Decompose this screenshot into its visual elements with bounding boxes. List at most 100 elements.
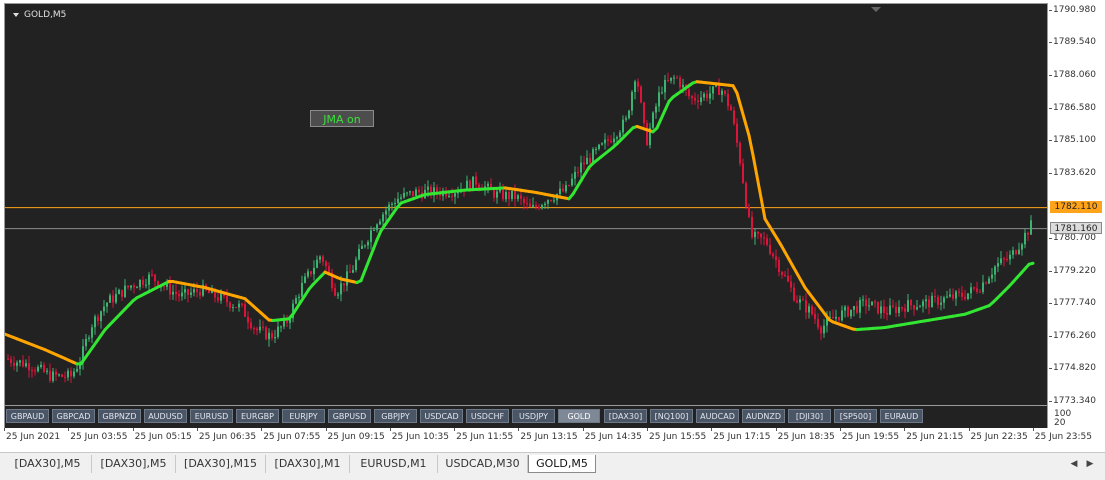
candle: [424, 184, 426, 199]
chart-tab[interactable]: EURUSD,M1: [350, 455, 438, 473]
candle: [13, 356, 15, 370]
symbol-button-audnzd[interactable]: AUDNZD: [742, 409, 785, 423]
symbol-button-gbpusd[interactable]: GBPUSD: [328, 409, 371, 423]
candle: [1021, 243, 1023, 256]
symbol-button-eurjpy[interactable]: EURJPY: [282, 409, 325, 423]
candle: [946, 291, 948, 299]
chart-tab[interactable]: [DAX30],M5: [92, 455, 176, 473]
candle: [784, 271, 786, 277]
symbol-button-gbpnzd[interactable]: GBPNZD: [98, 409, 141, 423]
candle: [49, 364, 51, 383]
candle: [361, 240, 363, 249]
candle: [673, 75, 675, 84]
symbol-button-dax30[interactable]: [DAX30]: [604, 409, 647, 423]
time-label: 25 Jun 06:35: [199, 432, 256, 442]
scroll-right-icon[interactable]: ▶: [1083, 457, 1097, 471]
chart-tab[interactable]: USDCAD,M30: [438, 455, 528, 473]
candle: [442, 188, 444, 201]
time-tick: [454, 428, 455, 431]
chart-tab[interactable]: [DAX30],M5: [4, 455, 92, 473]
chart-shift-marker-icon[interactable]: [871, 7, 881, 12]
candle: [814, 307, 816, 324]
price-tick: [1049, 401, 1052, 402]
scroll-left-icon[interactable]: ◀: [1067, 457, 1081, 471]
time-tick: [711, 428, 712, 431]
symbol-button-eurgbp[interactable]: EURGBP: [236, 409, 279, 423]
candle: [514, 184, 516, 206]
candle: [508, 190, 510, 207]
candle: [253, 326, 255, 334]
price-label: 1776.260: [1053, 331, 1096, 341]
candle: [850, 310, 852, 319]
chart-title[interactable]: GOLD,M5: [13, 10, 66, 20]
time-label: 25 Jun 18:35: [778, 432, 835, 442]
symbol-button-gbpaud[interactable]: GBPAUD: [6, 409, 49, 423]
candle: [832, 309, 834, 318]
candle: [676, 75, 678, 79]
candle: [385, 207, 387, 222]
candle: [694, 93, 696, 105]
time-axis[interactable]: 25 Jun 202125 Jun 03:5525 Jun 05:1525 Ju…: [0, 428, 1049, 448]
time-label: 25 Jun 05:15: [135, 432, 192, 442]
candle: [82, 339, 84, 370]
candle: [379, 219, 381, 225]
chart-tab[interactable]: [DAX30],M15: [176, 455, 266, 473]
symbol-button-usdcad[interactable]: USDCAD: [420, 409, 463, 423]
symbol-button-nq100[interactable]: [NQ100]: [650, 409, 693, 423]
price-tick: [1049, 336, 1052, 337]
candle: [247, 311, 249, 329]
candle: [985, 281, 987, 284]
candle: [112, 290, 114, 308]
time-tick: [1033, 428, 1034, 431]
price-chart[interactable]: GOLD,M5 JMA on: [4, 3, 1048, 406]
symbol-button-euraud[interactable]: EURAUD: [880, 409, 923, 423]
symbol-button-audcad[interactable]: AUDCAD: [696, 409, 739, 423]
candle: [46, 368, 48, 375]
candle: [634, 80, 636, 100]
candle: [664, 75, 666, 100]
candle: [859, 297, 861, 318]
candle: [271, 330, 273, 341]
jma-toggle-button[interactable]: JMA on: [310, 110, 374, 127]
symbol-button-gbpcad[interactable]: GBPCAD: [52, 409, 95, 423]
candle: [670, 77, 672, 83]
candle: [922, 299, 924, 312]
candle: [520, 191, 522, 205]
candle: [151, 270, 153, 277]
symbol-button-gold[interactable]: GOLD: [558, 409, 600, 423]
symbol-button-gbpjpy[interactable]: GBPJPY: [374, 409, 417, 423]
time-tick: [197, 428, 198, 431]
symbol-button-usdjpy[interactable]: USDJPY: [512, 409, 555, 423]
chevron-down-icon[interactable]: [13, 13, 19, 17]
candlestick-chart[interactable]: [5, 4, 1047, 405]
time-tick: [326, 428, 327, 431]
candle: [679, 75, 681, 92]
candle: [55, 368, 57, 380]
candle: [1012, 247, 1014, 259]
candle: [85, 334, 87, 351]
chart-tab[interactable]: [DAX30],M1: [266, 455, 350, 473]
symbol-button-sp500[interactable]: [SP500]: [834, 409, 877, 423]
candle: [52, 368, 54, 383]
candle: [397, 192, 399, 204]
chart-tab[interactable]: GOLD,M5: [528, 455, 596, 473]
price-label: 1786.580: [1053, 103, 1096, 113]
candle: [757, 231, 759, 239]
candle: [217, 292, 219, 303]
candle: [235, 307, 237, 308]
candle: [364, 244, 366, 248]
time-label: 25 Jun 22:35: [971, 432, 1028, 442]
candle: [184, 284, 186, 299]
candle: [907, 294, 909, 312]
price-label: 1777.740: [1053, 298, 1096, 308]
candle: [721, 88, 723, 102]
candle: [541, 204, 543, 210]
symbol-button-eurusd[interactable]: EURUSD: [190, 409, 233, 423]
symbol-button-usdchf[interactable]: USDCHF: [466, 409, 509, 423]
symbol-button-audusd[interactable]: AUDUSD: [144, 409, 187, 423]
candle: [637, 78, 639, 91]
candle: [652, 111, 654, 129]
candle: [1024, 229, 1026, 248]
jma-line-segment: [757, 176, 761, 197]
symbol-button-dji30[interactable]: [DJI30]: [788, 409, 831, 423]
